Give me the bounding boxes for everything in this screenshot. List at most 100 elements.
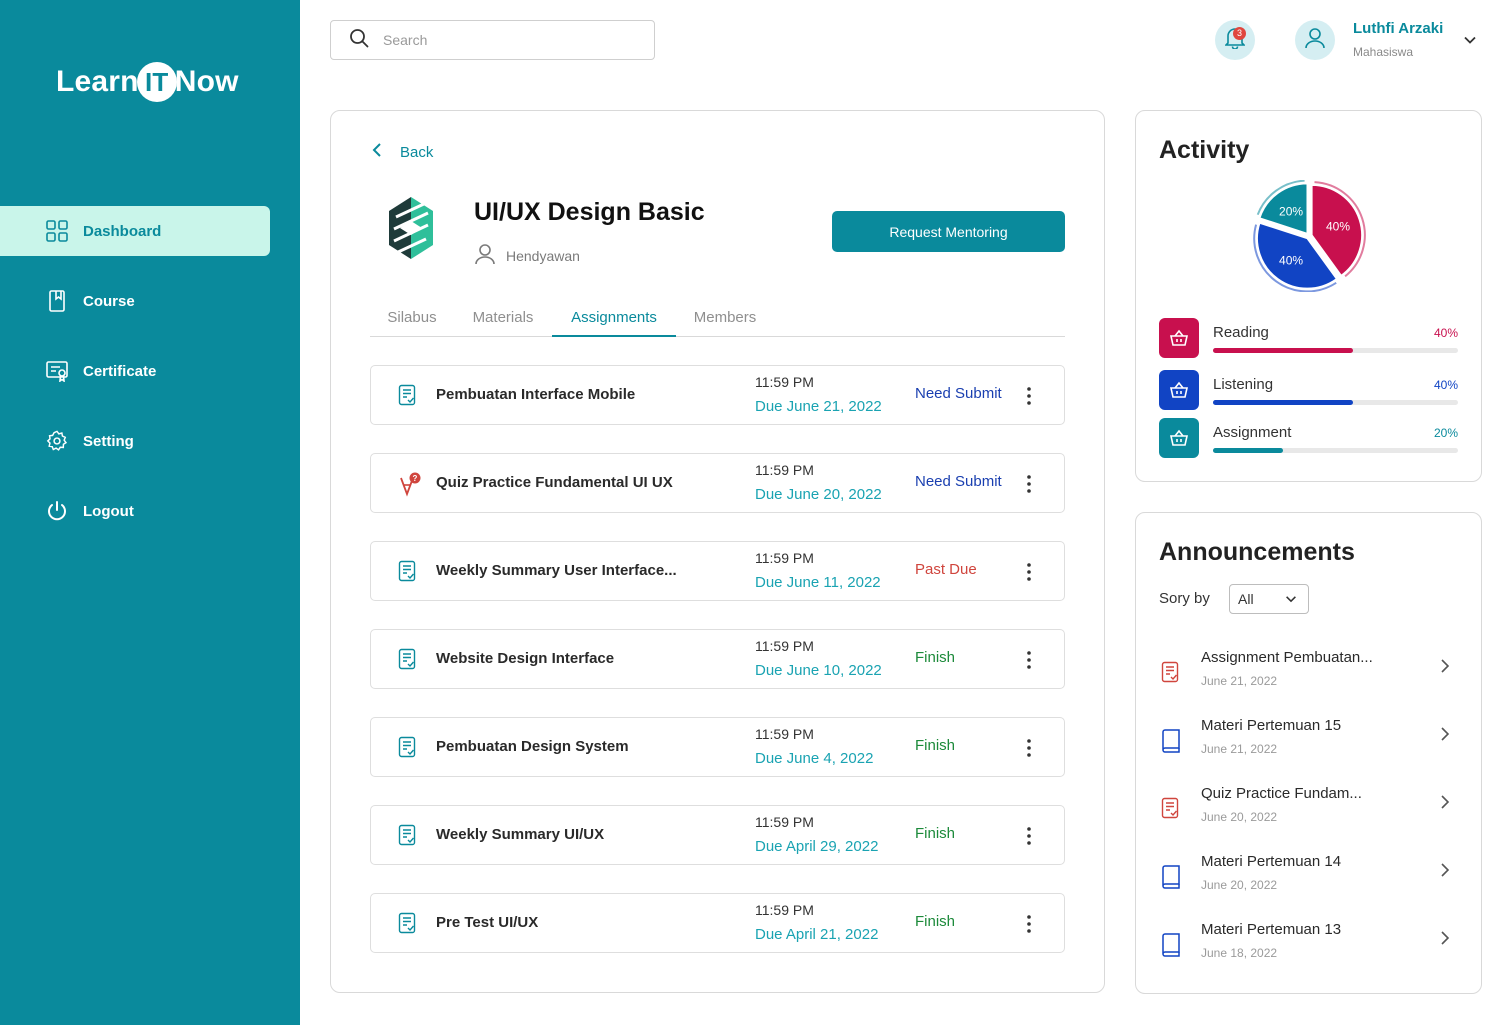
assignment-due: Due April 29, 2022 bbox=[755, 838, 879, 855]
assignment-row[interactable]: Website Design Interface 11:59 PM Due Ju… bbox=[370, 629, 1065, 689]
book-icon bbox=[46, 290, 68, 312]
announcement-title: Materi Pertemuan 13 bbox=[1201, 921, 1342, 938]
assignment-title: Quiz Practice Fundamental UI UX bbox=[436, 474, 673, 491]
assignment-time: 11:59 PM bbox=[755, 638, 814, 654]
assignment-status: Need Submit bbox=[915, 473, 1002, 490]
notification-button[interactable]: 3 bbox=[1215, 20, 1255, 60]
mentor: Hendyawan bbox=[474, 243, 580, 268]
certificate-icon bbox=[46, 360, 68, 382]
assignment-due: Due June 4, 2022 bbox=[755, 750, 874, 767]
user-role: Mahasiswa bbox=[1353, 45, 1414, 59]
sidebar-item-logout[interactable]: Logout bbox=[0, 486, 270, 536]
assignment-row[interactable]: ? Quiz Practice Fundamental UI UX 11:59 … bbox=[370, 453, 1065, 513]
announcement-title: Materi Pertemuan 15 bbox=[1201, 717, 1342, 734]
activity-item-name: Assignment bbox=[1213, 424, 1292, 441]
svg-text:?: ? bbox=[413, 474, 418, 483]
more-vertical-icon[interactable] bbox=[1019, 736, 1039, 760]
announcement-date: June 20, 2022 bbox=[1201, 810, 1278, 824]
assignment-due: Due June 20, 2022 bbox=[755, 486, 882, 503]
activity-item-percent: 40% bbox=[1433, 326, 1458, 340]
sort-label: Sory by bbox=[1159, 590, 1210, 607]
sidebar-item-label: Certificate bbox=[83, 362, 157, 380]
sort-select[interactable]: All bbox=[1229, 584, 1309, 614]
more-vertical-icon[interactable] bbox=[1019, 824, 1039, 848]
chevron-down-icon bbox=[1284, 592, 1298, 609]
course-logo-icon bbox=[386, 195, 436, 266]
more-vertical-icon[interactable] bbox=[1019, 648, 1039, 672]
basket-icon bbox=[1159, 318, 1199, 358]
assignment-status: Finish bbox=[915, 737, 956, 754]
back-button[interactable]: Back bbox=[372, 142, 433, 162]
course-title: UI/UX Design Basic bbox=[474, 198, 705, 226]
announcement-item[interactable]: Materi Pertemuan 15 June 21, 2022 bbox=[1150, 717, 1462, 775]
book-icon bbox=[1160, 933, 1182, 962]
logo-text-learn: Learn bbox=[56, 65, 139, 98]
power-icon bbox=[46, 500, 68, 522]
activity-item-percent: 20% bbox=[1433, 426, 1458, 440]
document-icon bbox=[397, 648, 417, 675]
course-tabs: Silabus Materials Assignments Members bbox=[370, 300, 1065, 337]
search-box[interactable] bbox=[330, 20, 655, 60]
chevron-down-icon[interactable] bbox=[1462, 32, 1478, 53]
sidebar-item-label: Dashboard bbox=[83, 222, 162, 240]
user-icon bbox=[1304, 27, 1326, 54]
notification-badge: 3 bbox=[1233, 27, 1246, 40]
announcement-date: June 20, 2022 bbox=[1201, 878, 1278, 892]
document-icon bbox=[397, 384, 417, 411]
pie-slice-label: 40% bbox=[1326, 220, 1350, 234]
announcement-title: Assignment Pembuatan... bbox=[1201, 649, 1373, 666]
document-icon bbox=[397, 560, 417, 587]
tab-assignments[interactable]: Assignments bbox=[552, 300, 676, 337]
announcement-date: June 18, 2022 bbox=[1201, 946, 1278, 960]
activity-item-name: Listening bbox=[1213, 376, 1274, 393]
announcement-item[interactable]: Materi Pertemuan 13 June 18, 2022 bbox=[1150, 921, 1462, 979]
announcement-item[interactable]: Assignment Pembuatan... June 21, 2022 bbox=[1150, 649, 1462, 707]
logo[interactable]: Learn IT Now bbox=[56, 62, 239, 102]
assignment-row[interactable]: Pembuatan Interface Mobile 11:59 PM Due … bbox=[370, 365, 1065, 425]
assignment-status: Need Submit bbox=[915, 385, 1002, 402]
logo-text-it: IT bbox=[136, 62, 177, 102]
request-mentoring-button[interactable]: Request Mentoring bbox=[832, 211, 1065, 252]
assignment-due: Due June 11, 2022 bbox=[755, 574, 881, 591]
sidebar-item-certificate[interactable]: Certificate bbox=[0, 346, 270, 396]
more-vertical-icon[interactable] bbox=[1019, 912, 1039, 936]
assignment-title: Weekly Summary User Interface... bbox=[436, 562, 677, 579]
announcements-title: Announcements bbox=[1159, 538, 1355, 566]
assignment-status: Finish bbox=[915, 913, 956, 930]
activity-progress-track bbox=[1213, 348, 1458, 353]
tab-materials[interactable]: Materials bbox=[454, 300, 552, 337]
activity-item-percent: 40% bbox=[1433, 378, 1458, 392]
announcement-title: Quiz Practice Fundam... bbox=[1201, 785, 1362, 802]
document-icon bbox=[397, 912, 417, 939]
assignment-status: Finish bbox=[915, 649, 956, 666]
announcement-item[interactable]: Materi Pertemuan 14 June 20, 2022 bbox=[1150, 853, 1462, 911]
sidebar: Learn IT Now Dashboard Course Certificate … bbox=[0, 0, 300, 1025]
logo-text-now: Now bbox=[174, 65, 239, 98]
assignment-row[interactable]: Weekly Summary UI/UX 11:59 PM Due April … bbox=[370, 805, 1065, 865]
assignment-row[interactable]: Pembuatan Design System 11:59 PM Due Jun… bbox=[370, 717, 1065, 777]
search-input[interactable] bbox=[383, 32, 633, 48]
sidebar-item-course[interactable]: Course bbox=[0, 276, 270, 326]
tab-silabus[interactable]: Silabus bbox=[370, 300, 454, 337]
more-vertical-icon[interactable] bbox=[1019, 472, 1039, 496]
user-name: Luthfi Arzaki bbox=[1353, 20, 1444, 37]
tab-members[interactable]: Members bbox=[676, 300, 774, 337]
document-icon bbox=[1160, 661, 1180, 688]
grid-icon bbox=[46, 220, 68, 242]
activity-progress-fill bbox=[1213, 348, 1353, 353]
more-vertical-icon[interactable] bbox=[1019, 560, 1039, 584]
assignment-row[interactable]: Weekly Summary User Interface... 11:59 P… bbox=[370, 541, 1065, 601]
gear-icon bbox=[46, 430, 68, 452]
more-vertical-icon[interactable] bbox=[1019, 384, 1039, 408]
document-icon bbox=[397, 824, 417, 851]
activity-progress-fill bbox=[1213, 400, 1353, 405]
pie-slice-label: 40% bbox=[1279, 254, 1303, 268]
announcement-date: June 21, 2022 bbox=[1201, 742, 1278, 756]
avatar[interactable] bbox=[1295, 20, 1335, 60]
search-icon bbox=[349, 28, 369, 53]
announcement-item[interactable]: Quiz Practice Fundam... June 20, 2022 bbox=[1150, 785, 1462, 843]
sidebar-item-dashboard[interactable]: Dashboard bbox=[0, 206, 270, 256]
assignment-row[interactable]: Pre Test UI/UX 11:59 PM Due April 21, 20… bbox=[370, 893, 1065, 953]
sidebar-item-setting[interactable]: Setting bbox=[0, 416, 270, 466]
sidebar-item-label: Course bbox=[83, 292, 135, 310]
